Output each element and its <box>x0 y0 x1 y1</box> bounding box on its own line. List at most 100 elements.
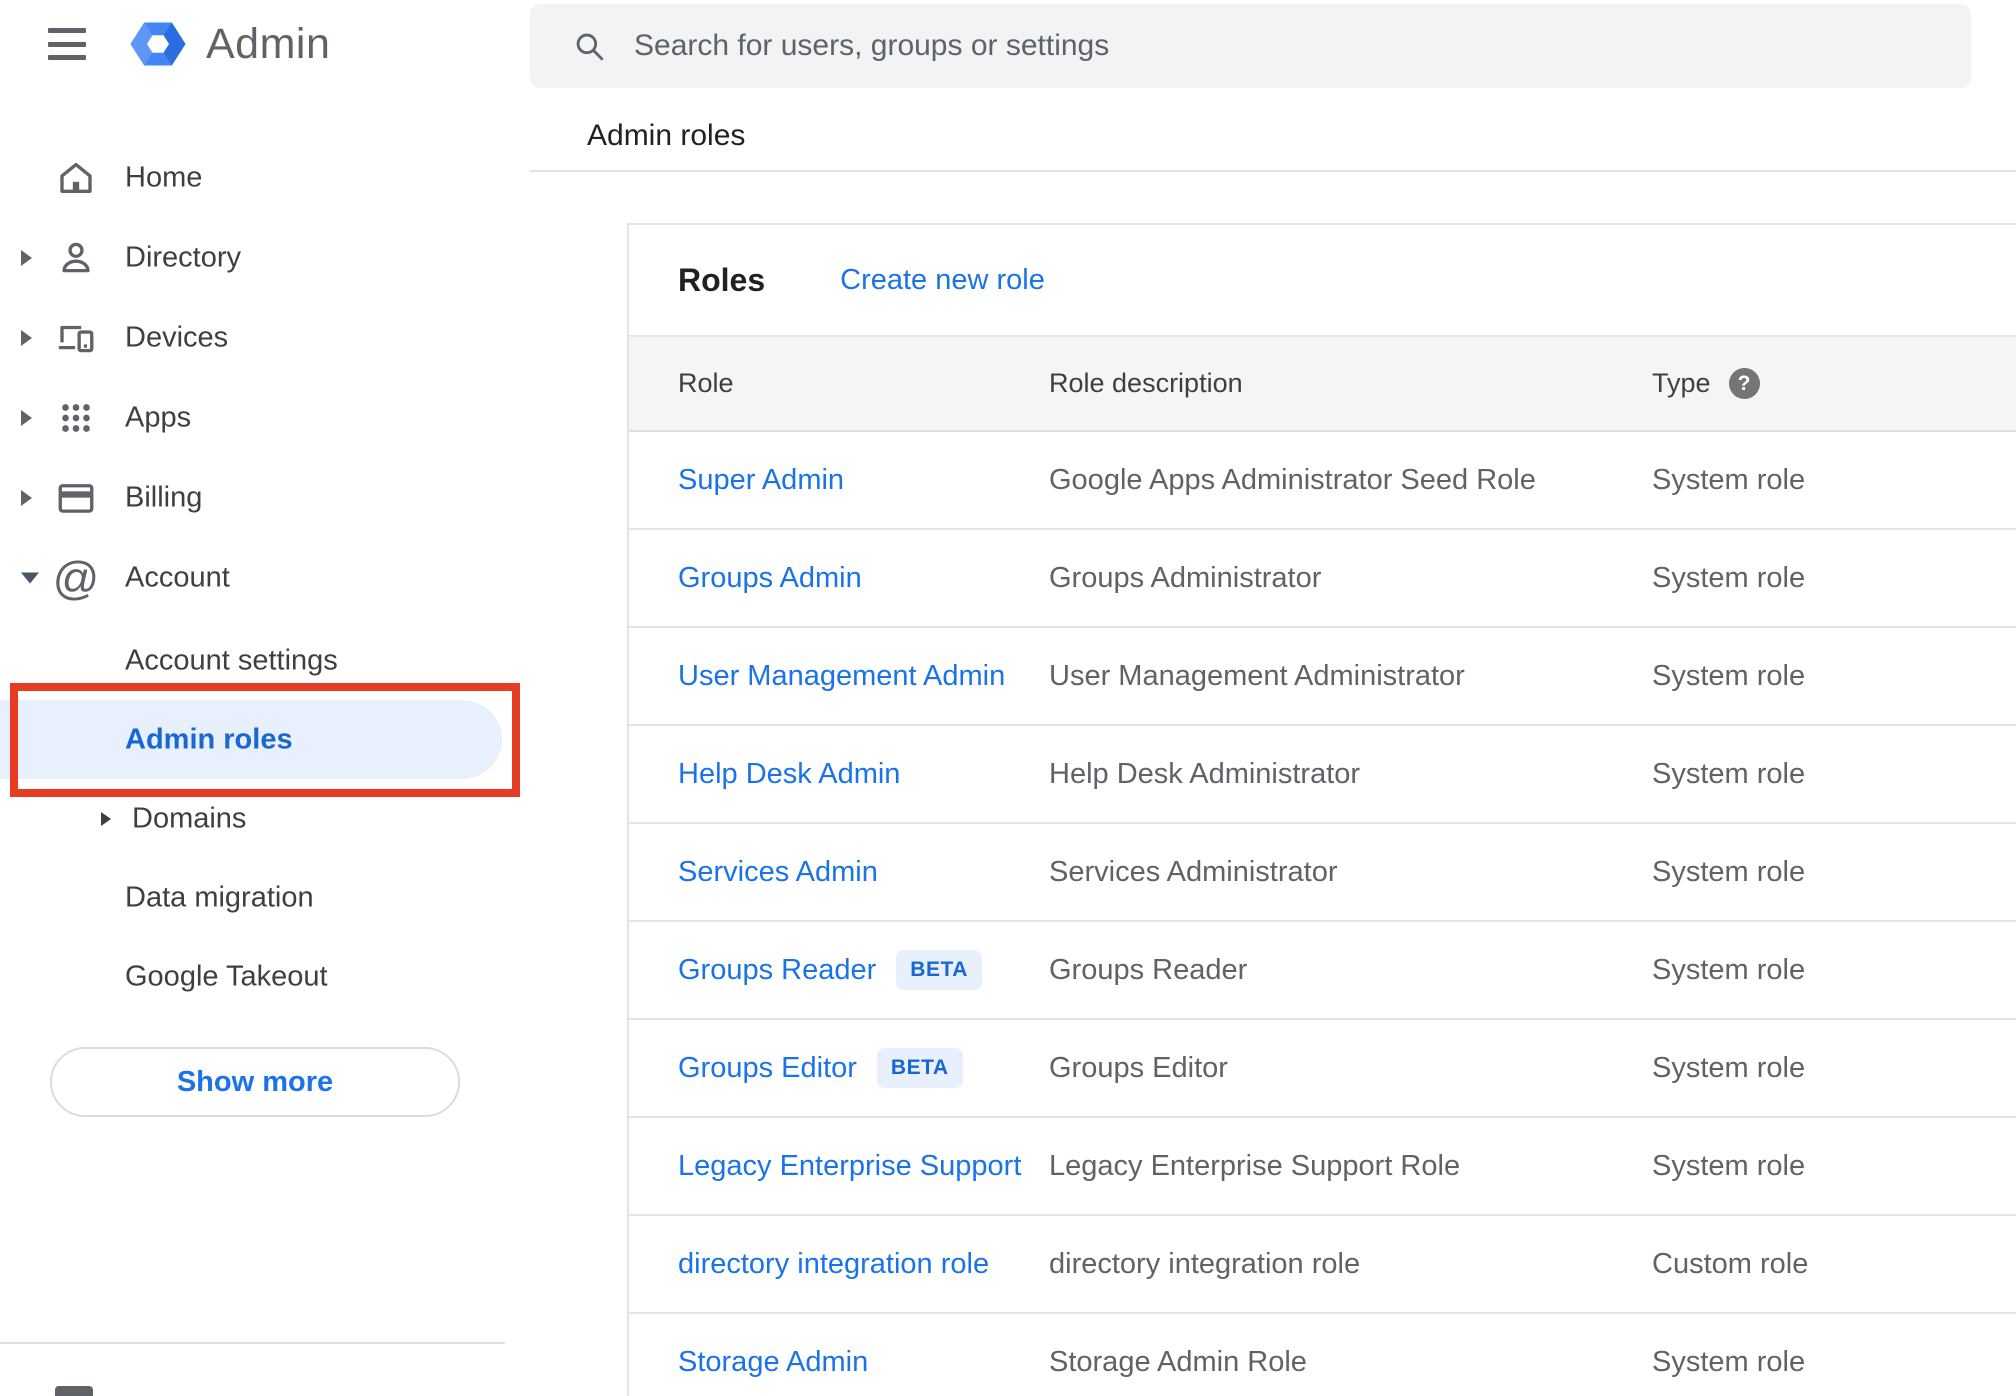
table-row: Storage Admin Storage Admin Role System … <box>629 1314 2016 1396</box>
breadcrumb-divider <box>530 170 2016 172</box>
role-type: System role <box>1652 659 1806 692</box>
roles-title: Roles <box>678 261 766 298</box>
column-header-type: Type ? <box>1652 368 2016 399</box>
expand-arrow-icon <box>101 811 111 826</box>
home-icon <box>55 157 97 199</box>
sidebar-item-label: Home <box>125 161 203 194</box>
admin-hexagon-icon <box>130 22 186 66</box>
table-row: Groups Editor BETA Groups Editor System … <box>629 1020 2016 1118</box>
role-link[interactable]: Groups Editor <box>678 1052 857 1085</box>
role-link[interactable]: Groups Reader <box>678 954 876 987</box>
sidebar: Home Directory Devices Apps Billing @ Ac… <box>0 94 530 1396</box>
apps-icon <box>55 397 97 439</box>
sidebar-subitem-label: Account settings <box>125 644 338 676</box>
role-description: directory integration role <box>1049 1247 1361 1280</box>
column-header-role: Role <box>678 368 734 398</box>
sidebar-item-account[interactable]: @ Account <box>0 538 530 618</box>
role-description: Groups Reader <box>1049 953 1248 986</box>
role-type: Custom role <box>1652 1247 1809 1280</box>
column-header-role-description: Role description <box>1049 368 1243 398</box>
table-row: Groups Reader BETA Groups Reader System … <box>629 922 2016 1020</box>
role-description: Groups Administrator <box>1049 561 1322 594</box>
search-input[interactable] <box>634 29 1941 63</box>
breadcrumb: Admin roles <box>587 119 746 152</box>
search-bar[interactable] <box>530 4 1971 88</box>
help-icon[interactable]: ? <box>1728 368 1760 399</box>
show-more-button[interactable]: Show more <box>50 1047 460 1117</box>
sidebar-item-admin-roles[interactable]: Admin roles <box>0 700 530 779</box>
role-type: System role <box>1652 1345 1806 1378</box>
role-link[interactable]: Super Admin <box>678 464 844 497</box>
roles-card: Roles Create new role Role Role descript… <box>627 223 2016 1396</box>
collapse-arrow-icon <box>21 572 39 584</box>
sidebar-item-data-migration[interactable]: Data migration <box>0 858 530 937</box>
admin-logo: Admin <box>128 14 330 74</box>
sidebar-item-domains[interactable]: Domains <box>0 779 530 858</box>
table-row: Super Admin Google Apps Administrator Se… <box>629 432 2016 530</box>
table-row: Groups Admin Groups Administrator System… <box>629 530 2016 628</box>
sidebar-item-account-settings[interactable]: Account settings <box>0 621 530 700</box>
role-description: Legacy Enterprise Support Role <box>1049 1149 1461 1182</box>
sidebar-divider <box>0 1342 505 1344</box>
table-row: directory integration role directory int… <box>629 1216 2016 1314</box>
admin-console-screen: Admin Home Directory Devices Apps <box>0 0 2016 1396</box>
expand-arrow-icon <box>21 490 32 506</box>
sidebar-item-label: Directory <box>125 241 242 274</box>
table-row: Services Admin Services Administrator Sy… <box>629 824 2016 922</box>
sidebar-item-google-takeout[interactable]: Google Takeout <box>0 937 530 1016</box>
sidebar-item-directory[interactable]: Directory <box>0 218 530 298</box>
sidebar-item-label: Billing <box>125 481 203 514</box>
table-row: Help Desk Admin Help Desk Administrator … <box>629 726 2016 824</box>
role-type: System role <box>1652 757 1806 790</box>
role-link[interactable]: Storage Admin <box>678 1346 868 1379</box>
sidebar-subitem-label: Admin roles <box>125 723 293 755</box>
expand-arrow-icon <box>21 250 32 266</box>
menu-icon[interactable] <box>45 24 93 64</box>
sidebar-subitem-label: Domains <box>132 802 247 834</box>
table-body: Super Admin Google Apps Administrator Se… <box>629 432 2016 1396</box>
role-type: System role <box>1652 1051 1806 1084</box>
at-icon: @ <box>52 552 100 604</box>
sidebar-item-home[interactable]: Home <box>0 138 530 218</box>
sidebar-item-devices[interactable]: Devices <box>0 298 530 378</box>
role-description: User Management Administrator <box>1049 659 1465 692</box>
expand-arrow-icon <box>21 410 32 426</box>
role-type: System role <box>1652 855 1806 888</box>
role-link[interactable]: Legacy Enterprise Support <box>678 1150 1021 1183</box>
sidebar-item-label: Account <box>125 561 230 594</box>
role-link[interactable]: directory integration role <box>678 1248 989 1281</box>
role-link[interactable]: Services Admin <box>678 856 878 889</box>
role-description: Storage Admin Role <box>1049 1345 1307 1378</box>
table-header-row: Role Role description Type ? <box>629 335 2016 432</box>
beta-badge: BETA <box>876 1048 963 1088</box>
role-type: System role <box>1652 953 1806 986</box>
expand-arrow-icon <box>21 330 32 346</box>
sidebar-subitem-label: Google Takeout <box>125 960 328 992</box>
search-icon <box>572 29 606 63</box>
table-row: Legacy Enterprise Support Legacy Enterpr… <box>629 1118 2016 1216</box>
role-link[interactable]: Groups Admin <box>678 562 862 595</box>
sidebar-item-apps[interactable]: Apps <box>0 378 530 458</box>
person-icon <box>55 237 97 279</box>
beta-badge: BETA <box>896 950 982 990</box>
table-row: User Management Admin User Management Ad… <box>629 628 2016 726</box>
billing-icon <box>55 477 97 519</box>
role-description: Groups Editor <box>1049 1051 1228 1084</box>
role-description: Google Apps Administrator Seed Role <box>1049 463 1536 496</box>
sidebar-item-label: Apps <box>125 401 192 434</box>
app-title: Admin <box>206 19 331 68</box>
sidebar-item-label: Devices <box>125 321 229 354</box>
role-type: System role <box>1652 1149 1806 1182</box>
role-type: System role <box>1652 463 1806 496</box>
role-description: Help Desk Administrator <box>1049 757 1361 790</box>
sidebar-item-billing[interactable]: Billing <box>0 458 530 538</box>
roles-card-header: Roles Create new role <box>629 225 2016 335</box>
role-description: Services Administrator <box>1049 855 1338 888</box>
support-icon[interactable] <box>55 1386 93 1396</box>
role-link[interactable]: Help Desk Admin <box>678 758 900 791</box>
devices-icon <box>55 317 97 359</box>
create-new-role-link[interactable]: Create new role <box>840 264 1045 297</box>
role-type: System role <box>1652 561 1806 594</box>
sidebar-subitem-label: Data migration <box>125 881 314 913</box>
role-link[interactable]: User Management Admin <box>678 660 1005 693</box>
